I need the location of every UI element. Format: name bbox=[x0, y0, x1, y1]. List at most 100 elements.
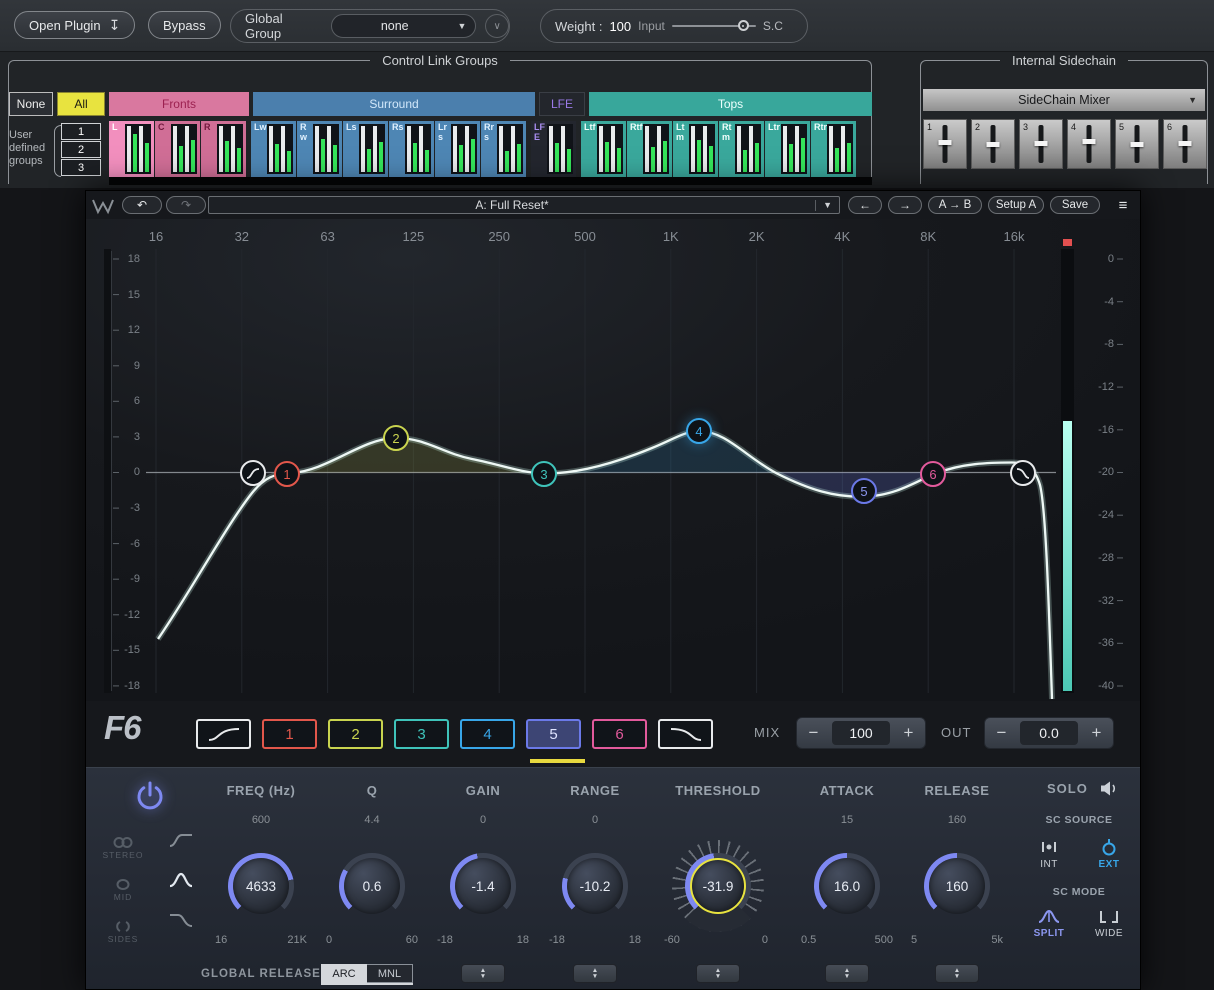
sidechain-fader-5[interactable]: 5 bbox=[1115, 119, 1159, 169]
stereo-button[interactable]: STEREO bbox=[98, 836, 148, 860]
global-group-dropdown[interactable]: none ▼ bbox=[331, 14, 476, 38]
group-lfe-button[interactable]: LFE bbox=[539, 92, 585, 116]
group-all-button[interactable]: All bbox=[57, 92, 105, 116]
channel-Rtf[interactable]: Rtf bbox=[627, 121, 672, 177]
attack-stepper[interactable]: ▲▼ bbox=[825, 964, 869, 983]
global-release-toggle: ARC MNL bbox=[321, 964, 413, 985]
release-knob[interactable]: 160 bbox=[924, 853, 990, 919]
range-knob[interactable]: -10.2 bbox=[562, 853, 628, 919]
threshold-stepper[interactable]: ▲▼ bbox=[696, 964, 740, 983]
channel-meter bbox=[547, 124, 573, 174]
release-stepper[interactable]: ▲▼ bbox=[935, 964, 979, 983]
q-knob[interactable]: 0.6 bbox=[339, 853, 405, 919]
sidechain-fader-2[interactable]: 2 bbox=[971, 119, 1015, 169]
attack-knob[interactable]: 16.0 bbox=[814, 853, 880, 919]
channel-Rtr[interactable]: Rtr bbox=[811, 121, 856, 177]
mnl-option[interactable]: MNL bbox=[367, 964, 413, 983]
group-fronts-button[interactable]: Fronts bbox=[109, 92, 249, 116]
channel-Rs[interactable]: Rs bbox=[389, 121, 434, 177]
group-link-toggle[interactable]: ∨ bbox=[485, 14, 509, 38]
chevron-down-icon: ∨ bbox=[494, 21, 501, 32]
weight-label: Weight : bbox=[555, 19, 602, 34]
plugin-window: ↶ ↷ A: Full Reset* ▼ ← → A → B Setup A S… bbox=[85, 190, 1141, 990]
highpass-curve-icon bbox=[244, 464, 262, 482]
sidechain-mixer-dropdown[interactable]: SideChain Mixer ▼ bbox=[923, 89, 1205, 111]
channel-L[interactable]: L bbox=[109, 121, 154, 177]
gain-knob[interactable]: -1.4 bbox=[450, 853, 516, 919]
weight-slider-handle[interactable] bbox=[738, 20, 749, 31]
channel-Rrs[interactable]: Rrs bbox=[481, 121, 526, 177]
channel-Ltr[interactable]: Ltr bbox=[765, 121, 810, 177]
sc-source-ext-button[interactable]: EXT bbox=[1088, 838, 1130, 870]
user-group-1-button[interactable]: 1 bbox=[61, 123, 101, 140]
fader-handle[interactable] bbox=[987, 142, 1000, 147]
sc-label: S.C bbox=[763, 19, 783, 33]
channel-Lw[interactable]: Lw bbox=[251, 121, 296, 177]
shelf-filter-type-button[interactable] bbox=[166, 830, 196, 855]
group-surround-button[interactable]: Surround bbox=[253, 92, 535, 116]
group-none-button[interactable]: None bbox=[9, 92, 53, 116]
attack-control: ATTACK 15 16.0 0.5 500 bbox=[787, 768, 907, 990]
hp-filter-node[interactable] bbox=[240, 460, 266, 486]
band-3-node[interactable]: 3 bbox=[531, 461, 557, 487]
user-group-2-button[interactable]: 2 bbox=[61, 141, 101, 158]
channel-Ltf[interactable]: Ltf bbox=[581, 121, 626, 177]
fader-handle[interactable] bbox=[1179, 141, 1192, 146]
channel-LFE[interactable]: LFE bbox=[531, 121, 576, 177]
band-6-node[interactable]: 6 bbox=[920, 461, 946, 487]
sidechain-fader-3[interactable]: 3 bbox=[1019, 119, 1063, 169]
channel-R[interactable]: R bbox=[201, 121, 246, 177]
lfe-channel-group: LFE bbox=[531, 121, 576, 177]
shelf-up-icon bbox=[168, 830, 194, 850]
open-plugin-button[interactable]: Open Plugin ↧ bbox=[14, 11, 135, 39]
threshold-knob[interactable]: -31.9 bbox=[685, 853, 751, 919]
mid-button[interactable]: MID bbox=[98, 878, 148, 902]
band-5-node[interactable]: 5 bbox=[851, 478, 877, 504]
channel-Ls[interactable]: Ls bbox=[343, 121, 388, 177]
range-stepper[interactable]: ▲▼ bbox=[573, 964, 617, 983]
sc-source-int-button[interactable]: INT bbox=[1028, 838, 1070, 870]
arc-option[interactable]: ARC bbox=[321, 964, 367, 983]
channel-meter bbox=[267, 124, 293, 174]
fader-handle[interactable] bbox=[939, 140, 952, 145]
fader-handle[interactable] bbox=[1083, 139, 1096, 144]
gain-control: GAIN 0 -1.4 -18 18 bbox=[423, 768, 543, 990]
control-link-groups-title: Control Link Groups bbox=[9, 52, 871, 70]
global-release-label: GLOBAL RELEASE bbox=[201, 968, 321, 980]
int-icon bbox=[1039, 838, 1059, 856]
frequency-scale: 1632 63125 250500 1K2K 4K8K 16k bbox=[141, 229, 1029, 244]
channel-meter bbox=[171, 124, 197, 174]
sc-mode-split-button[interactable]: SPLIT bbox=[1028, 908, 1070, 939]
channel-meter bbox=[497, 124, 523, 174]
sidechain-fader-4[interactable]: 4 bbox=[1067, 119, 1111, 169]
weight-slider[interactable] bbox=[672, 25, 756, 27]
power-button[interactable] bbox=[132, 778, 168, 816]
band-1-node[interactable]: 1 bbox=[274, 461, 300, 487]
user-groups-bracket bbox=[54, 125, 61, 177]
channel-Rw[interactable]: Rw bbox=[297, 121, 342, 177]
freq-knob[interactable]: 4633 bbox=[228, 853, 294, 919]
group-tops-button[interactable]: Tops bbox=[589, 92, 872, 116]
sc-mode-wide-button[interactable]: WIDE bbox=[1088, 908, 1130, 939]
channel-Ltm[interactable]: Ltm bbox=[673, 121, 718, 177]
user-group-3-button[interactable]: 3 bbox=[61, 159, 101, 176]
band-4-node[interactable]: 4 bbox=[686, 418, 712, 444]
bypass-button[interactable]: Bypass bbox=[148, 11, 221, 39]
solo-speaker-icon[interactable] bbox=[1100, 781, 1120, 796]
gain-stepper[interactable]: ▲▼ bbox=[461, 964, 505, 983]
lp-filter-node[interactable] bbox=[1010, 460, 1036, 486]
fader-handle[interactable] bbox=[1035, 141, 1048, 146]
sides-button[interactable]: SIDES bbox=[98, 920, 148, 944]
band-2-node[interactable]: 2 bbox=[383, 425, 409, 451]
channel-Rtm[interactable]: Rtm bbox=[719, 121, 764, 177]
sidechain-fader-1[interactable]: 1 bbox=[923, 119, 967, 169]
sidechain-fader-6[interactable]: 6 bbox=[1163, 119, 1207, 169]
channel-C[interactable]: C bbox=[155, 121, 200, 177]
split-icon bbox=[1037, 908, 1061, 925]
shelf-down-filter-type-button[interactable] bbox=[166, 910, 196, 935]
channel-meter bbox=[359, 124, 385, 174]
user-defined-groups-label: User defined groups bbox=[9, 129, 57, 168]
fader-handle[interactable] bbox=[1131, 142, 1144, 147]
channel-Lrs[interactable]: Lrs bbox=[435, 121, 480, 177]
bell-filter-type-button[interactable] bbox=[166, 870, 196, 895]
